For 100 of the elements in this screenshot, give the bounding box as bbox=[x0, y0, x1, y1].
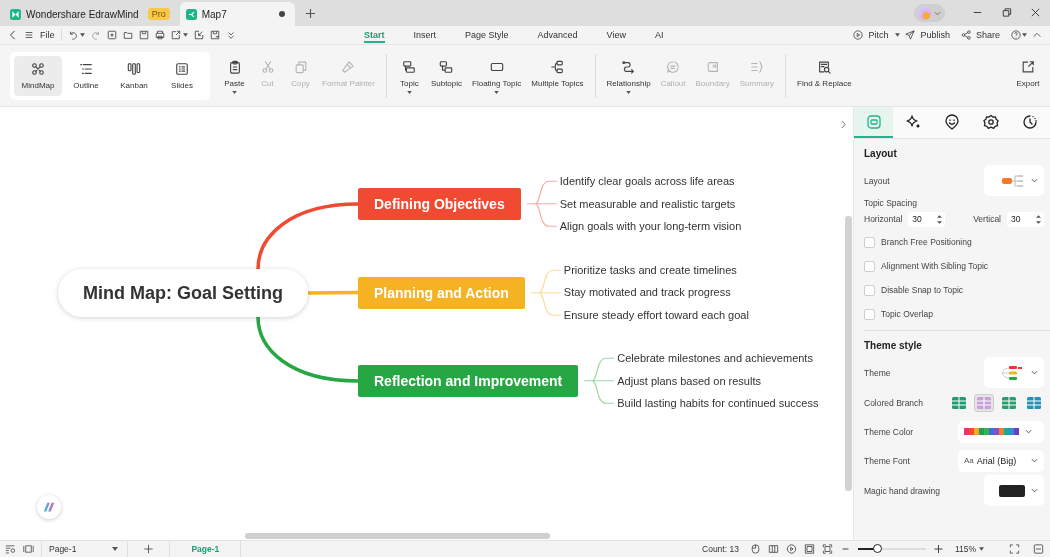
toolbar-link[interactable]: Publish bbox=[920, 30, 950, 40]
ribbon-tab[interactable]: AI bbox=[654, 27, 664, 43]
caret-icon[interactable] bbox=[979, 547, 984, 551]
layout-icon bbox=[865, 113, 882, 130]
page-dropdown[interactable]: Page-1 bbox=[49, 544, 121, 554]
close-icon[interactable] bbox=[1030, 7, 1041, 18]
subtopic[interactable]: Adjust plans based on results bbox=[617, 369, 819, 393]
toolbar-link[interactable]: Share bbox=[975, 30, 1000, 40]
caret-icon[interactable] bbox=[232, 90, 237, 94]
zoom-dropdown[interactable]: 115% bbox=[954, 544, 984, 554]
mouse-icon[interactable] bbox=[749, 544, 761, 554]
toolbar-button[interactable]: Floating Topic bbox=[467, 52, 527, 99]
file-menu[interactable]: File bbox=[40, 30, 55, 40]
folder-icon[interactable] bbox=[122, 30, 133, 40]
multiple-topics-icon bbox=[550, 59, 565, 74]
menu-icon[interactable] bbox=[24, 30, 34, 40]
toolbar-button[interactable]: Multiple Topics bbox=[526, 52, 589, 99]
subtopic[interactable]: Prioritize tasks and create timelines bbox=[563, 258, 749, 282]
zoom-in-icon[interactable] bbox=[932, 544, 944, 554]
subtopic[interactable]: Set measurable and realistic targets bbox=[559, 192, 742, 216]
toolbar-link[interactable]: Pitch bbox=[868, 30, 889, 40]
undo-icon[interactable] bbox=[67, 30, 78, 40]
spinner-icon[interactable] bbox=[1036, 214, 1041, 224]
fullscreen-icon[interactable] bbox=[1009, 544, 1020, 554]
checkbox[interactable] bbox=[864, 284, 875, 296]
caret-icon[interactable] bbox=[112, 547, 119, 551]
ribbon-tab[interactable]: Page Style bbox=[465, 27, 509, 43]
save-as-icon[interactable] bbox=[209, 30, 220, 40]
subtopic[interactable]: Stay motivated and track progress bbox=[563, 281, 749, 304]
caret-icon[interactable] bbox=[406, 90, 412, 94]
restore-icon[interactable] bbox=[1001, 7, 1012, 18]
ribbon-tab[interactable]: View bbox=[606, 27, 626, 43]
expand-panel-icon[interactable] bbox=[840, 120, 847, 129]
theme-font-dropdown[interactable]: Aa Arial (Big) bbox=[958, 449, 1044, 472]
new-icon[interactable] bbox=[106, 30, 117, 40]
vertical-scrollbar[interactable] bbox=[845, 216, 852, 491]
caret-icon[interactable] bbox=[1022, 33, 1027, 37]
print-icon[interactable] bbox=[154, 30, 165, 40]
help-icon[interactable] bbox=[1011, 30, 1021, 40]
toolbar-button[interactable]: Find & Replace bbox=[792, 52, 857, 99]
play-icon[interactable] bbox=[785, 544, 797, 554]
back-icon[interactable] bbox=[8, 30, 18, 40]
export-button[interactable]: Export bbox=[1009, 52, 1042, 99]
save-icon[interactable] bbox=[138, 30, 149, 40]
central-topic[interactable]: Mind Map: Goal Setting bbox=[58, 269, 308, 317]
import-icon[interactable] bbox=[193, 30, 204, 40]
subtopic[interactable]: Celebrate milestones and achievements bbox=[617, 347, 819, 370]
field-label: Vertical bbox=[973, 214, 1001, 224]
number-field[interactable]: 30 bbox=[908, 211, 946, 227]
horizontal-scrollbar[interactable] bbox=[245, 533, 550, 539]
chevron-down-icon[interactable] bbox=[1031, 458, 1038, 463]
view-button[interactable]: Outline bbox=[62, 55, 110, 96]
theme-color-dropdown[interactable] bbox=[958, 420, 1044, 443]
ribbon-tab[interactable]: Insert bbox=[413, 27, 437, 43]
slides-icon[interactable] bbox=[23, 544, 34, 554]
hand-drawing-dropdown[interactable] bbox=[984, 475, 1044, 506]
add-page-icon[interactable] bbox=[143, 544, 155, 554]
toolbar-button[interactable]: Paste bbox=[218, 52, 251, 99]
export-icon bbox=[1021, 59, 1035, 74]
fit-screen-icon[interactable] bbox=[821, 544, 833, 554]
checkbox[interactable] bbox=[864, 236, 875, 248]
theme-dropdown[interactable] bbox=[984, 357, 1044, 388]
window-tab[interactable]: Map7 bbox=[179, 2, 295, 26]
collapse-icon[interactable] bbox=[1032, 30, 1042, 40]
toolbar-button[interactable]: Relationship bbox=[601, 52, 656, 99]
caret-icon[interactable] bbox=[182, 33, 188, 37]
view-button[interactable]: MindMap bbox=[14, 55, 62, 96]
number-field[interactable]: 30 bbox=[1007, 211, 1044, 227]
outline-location-icon[interactable] bbox=[5, 544, 16, 554]
new-tab-icon[interactable] bbox=[304, 8, 316, 19]
checkbox[interactable] bbox=[864, 260, 875, 272]
caret-icon[interactable] bbox=[895, 33, 901, 37]
subtopic[interactable]: Identify clear goals across life areas bbox=[559, 170, 742, 193]
more-icon[interactable] bbox=[225, 30, 236, 40]
checkbox[interactable] bbox=[864, 308, 875, 320]
ai-assistant-button[interactable] bbox=[37, 495, 61, 519]
caret-icon[interactable] bbox=[79, 33, 85, 37]
chevron-down-icon[interactable] bbox=[1031, 370, 1038, 375]
view-button[interactable]: Kanban bbox=[110, 55, 158, 96]
chevron-down-icon[interactable] bbox=[1031, 488, 1038, 493]
layout-dropdown[interactable] bbox=[984, 165, 1044, 196]
subtopic[interactable]: Align goals with your long-term vision bbox=[559, 215, 742, 238]
checkbox-label: Branch Free Positioning bbox=[881, 237, 972, 247]
subtopic[interactable]: Build lasting habits for continued success bbox=[617, 392, 819, 415]
chevron-down-icon[interactable] bbox=[1031, 178, 1038, 183]
toolbar-button[interactable]: Subtopic bbox=[425, 52, 468, 99]
ribbon-tab[interactable]: Advanced bbox=[537, 27, 578, 43]
toolbar-button[interactable]: Topic bbox=[392, 52, 426, 99]
font-sample-text: Aa bbox=[964, 456, 974, 465]
fit-page-icon[interactable] bbox=[803, 544, 815, 554]
view-button[interactable]: Slides bbox=[158, 55, 206, 96]
caret-icon[interactable] bbox=[494, 90, 500, 94]
panel-toggle-icon[interactable] bbox=[1033, 544, 1044, 554]
export-icon[interactable] bbox=[170, 30, 181, 40]
chevron-down-icon[interactable] bbox=[1025, 429, 1032, 434]
branch-topic[interactable]: Defining Objectives bbox=[358, 188, 521, 220]
subtopic[interactable]: Ensure steady effort toward each goal bbox=[563, 303, 749, 327]
window-tab[interactable]: Wondershare EdrawMind Pro bbox=[4, 2, 180, 26]
spinner-icon[interactable] bbox=[937, 214, 943, 224]
caret-icon[interactable] bbox=[626, 90, 632, 94]
